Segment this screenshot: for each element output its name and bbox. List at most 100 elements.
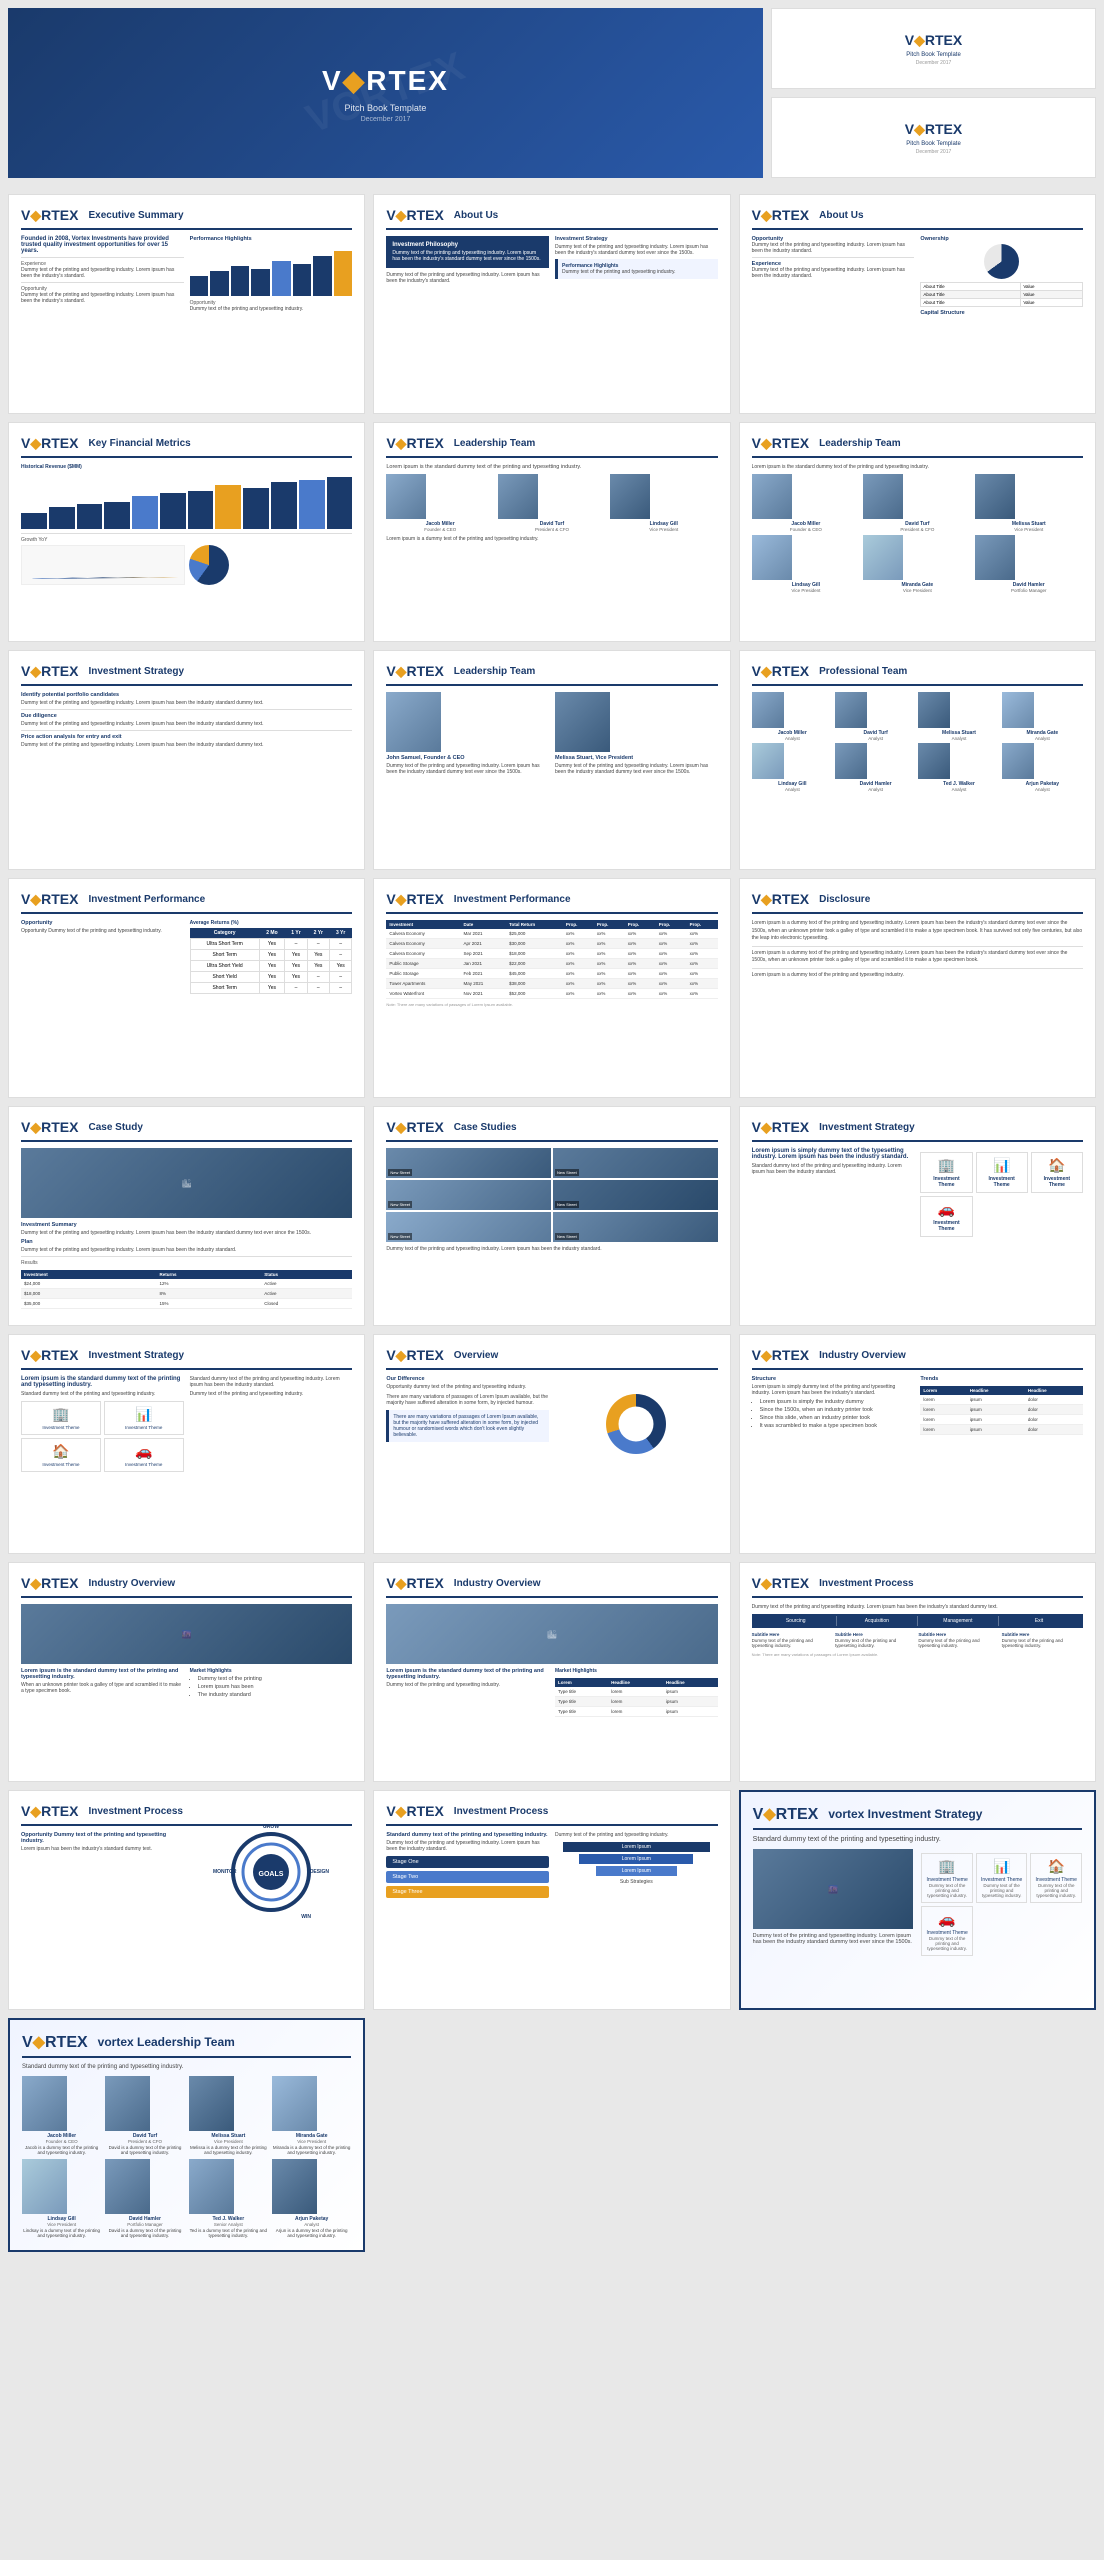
slide-title: Professional Team xyxy=(819,666,907,677)
avatar-f xyxy=(975,535,1015,580)
overview-highlight-text: There are many variations of passages of… xyxy=(393,1414,545,1438)
slide-title: About Us xyxy=(454,210,498,221)
prof-title-6: Analyst xyxy=(835,787,916,792)
vis-icon-3: 🏠 xyxy=(1035,1858,1077,1875)
proc-col-2-title: Subtitle Here xyxy=(835,1632,916,1637)
theme-1: 🏢 Investment Theme xyxy=(920,1152,972,1193)
td: $24,000 xyxy=(21,1279,156,1289)
td: Public Storage xyxy=(386,969,460,979)
case-img-5: New Street xyxy=(386,1212,551,1242)
prof-title-7: Analyst xyxy=(918,787,999,792)
case-label-3: New Street xyxy=(388,1201,412,1208)
disclosure-body-3: Lorem ipsum is a dummy text of the print… xyxy=(752,972,1083,980)
slide-title: Investment Process xyxy=(454,1806,549,1817)
person-card-d: Lindsay Gill Vice President xyxy=(752,535,860,593)
person-title-b: President & CFO xyxy=(863,527,971,532)
vis-icon-1: 🏢 xyxy=(926,1858,968,1875)
disclosure-body: Lorem ipsum is a dummy text of the print… xyxy=(752,920,1083,943)
market-table: LoremHeadlineHeadline Type titleloremips… xyxy=(555,1678,718,1717)
avg-returns-label: Average Returns (%) xyxy=(190,920,353,926)
bullet: Dummy text of the printing xyxy=(198,1676,353,1682)
main-bar-chart xyxy=(21,474,352,529)
ind-ov3-desc: Dummy text of the printing and typesetti… xyxy=(386,1682,549,1688)
prof-2: David Turf Analyst xyxy=(835,692,916,741)
slide-title: Leadership Team xyxy=(819,438,901,449)
td: Active xyxy=(261,1279,352,1289)
table-row: loremipsumdolor xyxy=(920,1425,1083,1435)
td: xx% xyxy=(687,969,718,979)
theme-boxes: 🏢 Investment Theme 📊 Investment Theme 🏠 … xyxy=(920,1152,1083,1237)
th-3yr: 3 Yr xyxy=(329,928,351,939)
goals-svg: GOALS xyxy=(231,1832,311,1912)
slide-title: Case Studies xyxy=(454,1122,517,1133)
slide-investment-strategy-2: V◆RTEX Investment Strategy Lorem ipsum i… xyxy=(739,1106,1096,1326)
logo: V◆RTEX xyxy=(21,207,78,224)
vlt-title-4: Vice President xyxy=(272,2139,351,2144)
cover-logo: V◆RTEX xyxy=(322,64,449,97)
table-cell: Value xyxy=(1021,291,1083,299)
person-title-a: Founder & CEO xyxy=(752,527,860,532)
theme-icon-4: 🚗 xyxy=(925,1201,967,1218)
td: 12% xyxy=(156,1279,261,1289)
vis-desc: Dummy text of the printing and typesetti… xyxy=(753,1933,914,1945)
td: xx% xyxy=(687,929,718,939)
leadership-body: Lorem ipsum is the standard dummy text o… xyxy=(386,464,717,470)
th-p5: Prop. xyxy=(687,920,718,929)
strat-desc: Standard dummy text of the printing and … xyxy=(752,1163,915,1175)
td: xx% xyxy=(563,939,594,949)
prof-avatar-2 xyxy=(835,692,867,728)
design-label: DESIGN xyxy=(310,1869,329,1875)
cover-date: December 2017 xyxy=(361,116,411,123)
theme3-label-4: Investment Theme xyxy=(109,1462,179,1467)
vis-theme-4: 🚗 Investment Theme Dummy text of the pri… xyxy=(921,1906,973,1956)
vlt-person-6: David Hamler Portfolio Manager David is … xyxy=(105,2159,184,2238)
slide-leadership-2: V◆RTEX Leadership Team Lorem ipsum is th… xyxy=(739,422,1096,642)
theme-label-4: Investment Theme xyxy=(925,1220,967,1232)
td: Tower Apartments xyxy=(386,979,460,989)
logo: V◆RTEX xyxy=(386,663,443,680)
th: Headline xyxy=(608,1678,663,1687)
vlt-title-6: Portfolio Manager xyxy=(105,2222,184,2227)
vlt-grid-2: Lindsay Gill Vice President Lindsay is a… xyxy=(22,2159,351,2238)
td: Sep 2021 xyxy=(461,949,507,959)
slide-leadership-team-2: V◆RTEX Leadership Team John Samuel, Foun… xyxy=(373,650,730,870)
vis-themes: 🏢 Investment Theme Dummy text of the pri… xyxy=(921,1853,1082,1956)
vlt-person-3: Melissa Stuart Vice President Melissa is… xyxy=(189,2076,268,2155)
th-1yr: 1 Yr xyxy=(285,928,307,939)
john-bio: Dummy text of the printing and typesetti… xyxy=(386,763,549,775)
bullet-3: Since this slide, when an industry print… xyxy=(760,1415,915,1421)
slide-title: Industry Overview xyxy=(819,1350,906,1361)
td: lorem xyxy=(920,1415,966,1425)
th: Headline xyxy=(663,1678,718,1687)
slide-title: Investment Performance xyxy=(454,894,571,905)
perf-table-1: Category 2 Mo 1 Yr 2 Yr 3 Yr Ultra Short… xyxy=(190,928,353,994)
td: xx% xyxy=(656,959,687,969)
person-title-2: President & CFO xyxy=(498,527,606,532)
vlt-desc-6: David is a dummy text of the printing an… xyxy=(105,2228,184,2238)
proc-col-3-title: Subtitle Here xyxy=(918,1632,999,1637)
table-row: Tower ApartmentsMay 2021$38,000xx%xx%xx%… xyxy=(386,979,717,989)
td: 8% xyxy=(156,1289,261,1299)
avatar-2 xyxy=(498,474,538,519)
small-cover-2: V◆RTEX Pitch Book Template December 2017 xyxy=(771,97,1096,178)
table-row: $24,00012%Active xyxy=(21,1279,352,1289)
table-note: Note: There are many variations of passa… xyxy=(386,1002,717,1007)
case-label-1: New Street xyxy=(388,1169,412,1176)
td: lorem xyxy=(920,1405,966,1415)
td: Calvera Economy xyxy=(386,949,460,959)
opportunity-body: Dummy text of the printing and typesetti… xyxy=(752,242,915,254)
line-chart-1 xyxy=(21,545,185,585)
td: xx% xyxy=(563,929,594,939)
strat3-desc: Standard dummy text of the printing and … xyxy=(21,1391,184,1397)
table-row: loremipsumdolor xyxy=(920,1395,1083,1405)
slide-vortex-leadership-team: V◆RTEX vortex Leadership Team Standard d… xyxy=(8,2018,365,2252)
slide-investment-process-2: V◆RTEX Investment Process Opportunity Du… xyxy=(8,1790,365,2010)
td: xx% xyxy=(625,949,656,959)
slide-title: Investment Strategy xyxy=(88,1350,184,1361)
td: xx% xyxy=(625,979,656,989)
bullet: The industry standard xyxy=(198,1692,353,1698)
prof-5: Lindsay Gill Analyst xyxy=(752,743,833,792)
th: Status xyxy=(261,1270,352,1279)
td: xx% xyxy=(563,979,594,989)
john-name: John Samuel, Founder & CEO xyxy=(386,755,549,761)
